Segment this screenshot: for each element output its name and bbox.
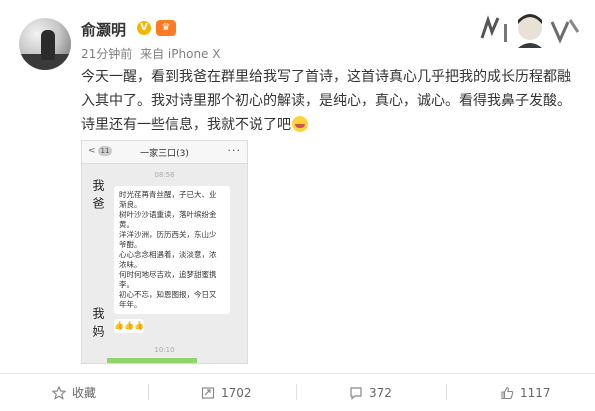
post-source: 来自 iPhone X (140, 47, 221, 61)
repost-icon (201, 386, 215, 405)
laugh-emoji-icon (292, 116, 308, 132)
vip-badge-icon[interactable]: ♛ (156, 20, 176, 36)
poem-line: 何时何地尽吉欢，追梦甜蜜携 (119, 270, 217, 279)
thumbs-up-icon (500, 386, 514, 405)
repost-count: 1702 (221, 386, 252, 400)
sender-dad-avatar: 我爸 (88, 179, 108, 215)
repost-button[interactable]: 1702 (201, 384, 252, 402)
favorite-button[interactable]: 收藏 (51, 384, 97, 405)
poem-line: 树叶沙沙语重读，落叶缤纷金 (119, 210, 217, 219)
like-count: 1117 (520, 386, 551, 400)
post-text-line: 诗里还有一些信息，我就不说了吧 (81, 113, 581, 137)
chat-screenshot-image[interactable]: <11 一家三口(3) ··· 08:56 我爸 时光荏苒青丝醒，子已大、业 渐… (81, 140, 248, 364)
sender-mom-char: 我妈 (91, 307, 105, 343)
poem-line: 年年。 (119, 300, 142, 309)
poem-line: 李。 (119, 280, 134, 289)
post-content: 今天一醒，看到我爸在群里给我写了首诗，这首诗真心几乎把我的成长历程都融 入其中了… (81, 65, 581, 137)
favorite-label: 收藏 (72, 386, 97, 400)
like-button[interactable]: 1117 (500, 384, 551, 402)
divider (148, 384, 149, 400)
chat-timestamp: 08:56 (154, 171, 175, 179)
divider (296, 384, 297, 400)
sender-dad-char: 我爸 (91, 179, 105, 215)
outgoing-message-edge (107, 358, 197, 363)
chat-timestamp: 10:10 (154, 346, 175, 354)
comment-button[interactable]: 372 (349, 384, 392, 402)
chat-title: 一家三口(3) (140, 149, 189, 159)
avatar-figure (41, 30, 55, 60)
poem-line: 爷酣。 (119, 240, 142, 249)
poem-line: 初心不忘，知恩图报，今日又 (119, 290, 217, 299)
verified-icon: V (137, 21, 151, 35)
star-icon (51, 385, 67, 405)
more-icon: ··· (227, 144, 241, 157)
comment-icon (349, 386, 363, 405)
poem-line: 洋洋沙洲，历历西关，东山少 (119, 230, 217, 239)
post-meta: 21分钟前 来自 iPhone X (81, 45, 220, 62)
card-decoration-icon (480, 14, 580, 48)
post-text-line: 入其中了。我对诗里那个初心的解读，是纯心，真心，诚心。看得我鼻子发酸。 (81, 93, 571, 109)
chat-nav-bar: <11 一家三口(3) ··· (82, 141, 247, 164)
sender-mom-avatar: 我妈 (88, 307, 108, 343)
poem-line: 黄。 (119, 220, 134, 229)
thumbs-emoji-message: 👍👍👍 (114, 319, 144, 333)
post-text-line: 今天一醒，看到我爸在群里给我写了首诗，这首诗真心几乎把我的成长历程都融 (81, 69, 571, 85)
username[interactable]: 俞灏明 (81, 19, 126, 40)
poem-message-bubble: 时光荏苒青丝醒，子已大、业 渐良。 树叶沙沙语重读，落叶缤纷金 黄。 洋洋沙洲，… (114, 186, 230, 314)
poem-line: 浓味。 (119, 260, 142, 269)
action-bar: 收藏 1702 372 1117 (0, 373, 595, 411)
comment-count: 372 (369, 386, 392, 400)
poem-line: 心心念念相遇着，淡淡意，浓 (119, 250, 217, 259)
poem-line: 时光荏苒青丝醒，子已大、业 (119, 190, 217, 199)
divider (446, 384, 447, 400)
post-time[interactable]: 21分钟前 (81, 47, 132, 61)
poem-line: 渐良。 (119, 200, 142, 209)
user-avatar[interactable] (19, 18, 71, 70)
